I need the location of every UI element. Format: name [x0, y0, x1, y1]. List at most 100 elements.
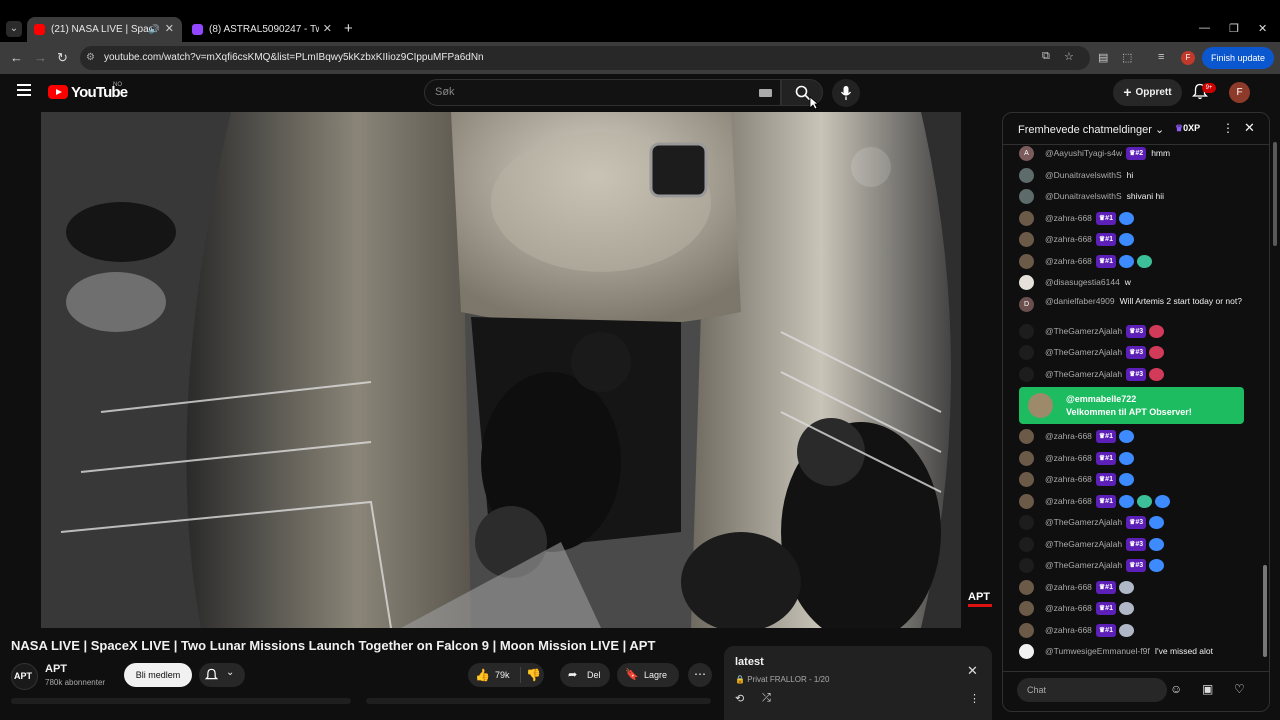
- chat-author[interactable]: @zahra-668: [1045, 213, 1092, 223]
- search-input[interactable]: Søk: [424, 79, 781, 106]
- like-button[interactable]: 👍 79k: [468, 663, 520, 687]
- super-chat-icon[interactable]: ▣: [1202, 682, 1213, 696]
- window-close-icon[interactable]: ✕: [1258, 22, 1267, 35]
- chat-avatar[interactable]: [1019, 189, 1034, 204]
- chat-avatar[interactable]: [1019, 167, 1034, 183]
- close-chat-icon[interactable]: ✕: [1244, 120, 1255, 136]
- tab-search-button[interactable]: ⌄: [6, 21, 22, 37]
- chat-author[interactable]: @zahra-668: [1045, 256, 1092, 266]
- chat-author[interactable]: @zahra-668: [1045, 625, 1092, 635]
- chat-avatar[interactable]: [1019, 275, 1034, 290]
- chat-avatar[interactable]: [1019, 323, 1034, 339]
- reload-icon[interactable]: ↻: [57, 50, 68, 66]
- keyboard-icon[interactable]: [759, 89, 772, 97]
- chat-author[interactable]: @TheGamerzAjalah: [1045, 560, 1122, 570]
- chat-avatar[interactable]: [1019, 536, 1034, 552]
- heart-icon[interactable]: ♡: [1234, 682, 1245, 696]
- chat-author[interactable]: @DunaitravelswithS: [1045, 191, 1122, 201]
- media-control-icon[interactable]: ≡: [1158, 51, 1164, 63]
- chat-avatar[interactable]: [1019, 345, 1034, 360]
- url-text[interactable]: youtube.com/watch?v=mXqfi6csKMQ&list=PLm…: [104, 46, 484, 70]
- voice-search-button[interactable]: [832, 79, 860, 107]
- close-playlist-icon[interactable]: ✕: [967, 663, 978, 679]
- bookmark-star-icon[interactable]: ☆: [1064, 50, 1074, 63]
- menu-icon[interactable]: [17, 84, 31, 96]
- chat-avatar[interactable]: [1019, 493, 1034, 509]
- emoji-icon[interactable]: ☺: [1170, 682, 1182, 696]
- xp-badge[interactable]: ♛0XP: [1175, 123, 1200, 134]
- chat-mode-dropdown[interactable]: Fremhevede chatmeldinger ⌄: [1018, 123, 1164, 136]
- minimize-icon[interactable]: —: [1199, 22, 1210, 34]
- chat-avatar[interactable]: [1019, 429, 1034, 444]
- back-icon[interactable]: ←: [10, 50, 23, 65]
- playlist-more-icon[interactable]: ⋮: [969, 692, 980, 705]
- chat-more-icon[interactable]: ⋮: [1222, 121, 1234, 135]
- chat-author[interactable]: @TheGamerzAjalah: [1045, 326, 1122, 336]
- chat-avatar[interactable]: [1019, 210, 1034, 226]
- chat-avatar[interactable]: [1019, 622, 1034, 638]
- chat-author[interactable]: @zahra-668: [1045, 474, 1092, 484]
- chat-avatar[interactable]: A: [1019, 146, 1034, 161]
- browser-profile-avatar[interactable]: F: [1181, 51, 1195, 65]
- playlist-title[interactable]: latest: [735, 656, 764, 668]
- chat-author[interactable]: @DunaitravelswithS: [1045, 170, 1122, 180]
- page-scrollbar[interactable]: [1272, 112, 1278, 712]
- chat-avatar[interactable]: [1019, 579, 1034, 595]
- chat-scrollbar[interactable]: [1262, 147, 1269, 665]
- chat-author[interactable]: @zahra-668: [1045, 603, 1092, 613]
- chat-author[interactable]: @TheGamerzAjalah: [1045, 517, 1122, 527]
- chat-avatar[interactable]: [1019, 601, 1034, 616]
- more-actions-button[interactable]: ⋯: [688, 663, 712, 687]
- chat-author[interactable]: @danielfaber4909: [1045, 296, 1115, 306]
- chat-avatar[interactable]: [1019, 515, 1034, 530]
- chat-avatar[interactable]: [1019, 644, 1034, 659]
- welcome-user[interactable]: @emmabelle722: [1066, 394, 1136, 404]
- install-icon[interactable]: ⧉: [1042, 50, 1050, 63]
- finish-update-button[interactable]: Finish update: [1202, 47, 1274, 69]
- chat-author[interactable]: @TheGamerzAjalah: [1045, 539, 1122, 549]
- create-button[interactable]: + Opprett: [1113, 79, 1182, 106]
- search-button[interactable]: [781, 79, 823, 110]
- join-button[interactable]: Bli medlem: [124, 663, 192, 687]
- audio-icon[interactable]: 🔊: [149, 17, 160, 42]
- close-tab-icon[interactable]: ✕: [165, 17, 174, 42]
- chat-author[interactable]: @zahra-668: [1045, 582, 1092, 592]
- loop-icon[interactable]: ⟲: [735, 692, 744, 705]
- chat-avatar[interactable]: [1019, 366, 1034, 382]
- page-scroll-thumb[interactable]: [1273, 142, 1277, 246]
- chat-author[interactable]: @TheGamerzAjalah: [1045, 369, 1122, 379]
- new-tab-icon[interactable]: +: [344, 20, 353, 37]
- forward-icon[interactable]: →: [34, 50, 47, 65]
- chat-author[interactable]: @disasugestia6144: [1045, 277, 1120, 287]
- chat-author[interactable]: @zahra-668: [1045, 453, 1092, 463]
- tab-youtube[interactable]: (21) NASA LIVE | SpaceX LIVE | Two Lunar…: [27, 17, 182, 42]
- chat-avatar[interactable]: [1019, 558, 1034, 573]
- chat-author[interactable]: @TumwesigeEmmanuel-f9f: [1045, 646, 1150, 656]
- shuffle-icon[interactable]: ⤮: [762, 692, 771, 705]
- chat-author[interactable]: @TheGamerzAjalah: [1045, 347, 1122, 357]
- chat-input[interactable]: Chat: [1017, 678, 1167, 702]
- dislike-icon[interactable]: 👎: [526, 663, 541, 687]
- close-tab-icon[interactable]: ✕: [323, 17, 332, 42]
- share-button[interactable]: ➦ Del: [560, 663, 610, 687]
- address-bar[interactable]: ⚙ youtube.com/watch?v=mXqfi6csKMQ&list=P…: [80, 46, 1090, 70]
- chat-author[interactable]: @zahra-668: [1045, 431, 1092, 441]
- save-button[interactable]: 🔖 Lagre: [617, 663, 679, 687]
- chat-avatar[interactable]: [1019, 253, 1034, 269]
- chat-author[interactable]: @zahra-668: [1045, 496, 1092, 506]
- extensions-icon[interactable]: ⬚: [1122, 51, 1132, 64]
- account-avatar[interactable]: F: [1229, 82, 1250, 103]
- chat-avatar[interactable]: [1019, 232, 1034, 247]
- youtube-logo-icon[interactable]: [48, 85, 68, 99]
- video-player[interactable]: [41, 112, 961, 628]
- subscription-bell-dropdown[interactable]: ⌄: [199, 663, 245, 687]
- chat-avatar[interactable]: [1019, 472, 1034, 487]
- maximize-icon[interactable]: ❐: [1229, 22, 1239, 35]
- tab-groups-icon[interactable]: ▤: [1098, 51, 1108, 64]
- chat-avatar[interactable]: D: [1019, 296, 1034, 312]
- site-info-icon[interactable]: ⚙: [86, 52, 95, 63]
- tab-twitch[interactable]: (8) ASTRAL5090247 - Twitch ✕: [185, 17, 340, 42]
- channel-name[interactable]: APT: [45, 663, 67, 675]
- chat-author[interactable]: @AayushiTyagi-s4w: [1045, 148, 1122, 158]
- chat-scroll-thumb[interactable]: [1263, 565, 1267, 657]
